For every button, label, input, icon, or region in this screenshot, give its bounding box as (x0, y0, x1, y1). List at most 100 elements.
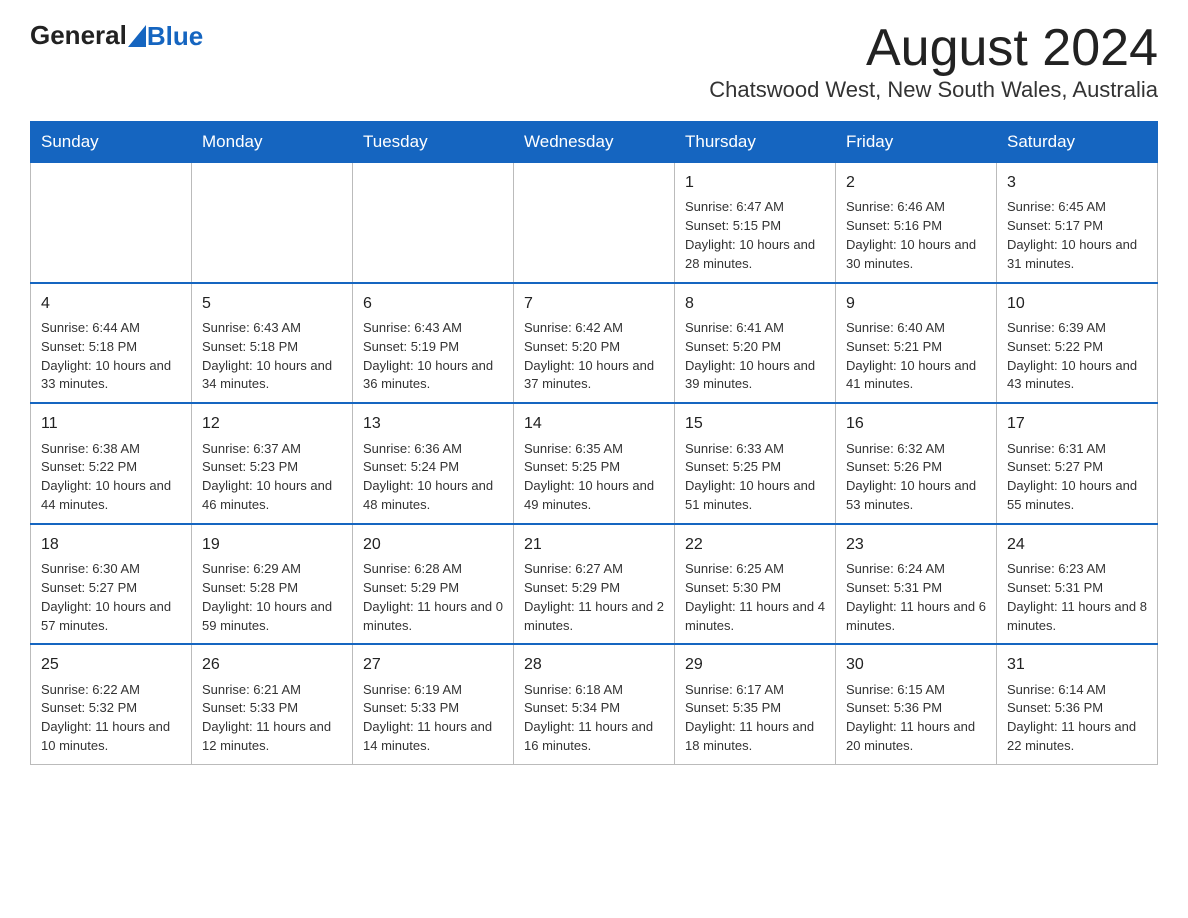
table-row: 23Sunrise: 6:24 AM Sunset: 5:31 PM Dayli… (836, 524, 997, 645)
day-info: Sunrise: 6:35 AM Sunset: 5:25 PM Dayligh… (524, 440, 664, 515)
day-info: Sunrise: 6:19 AM Sunset: 5:33 PM Dayligh… (363, 681, 503, 756)
table-row: 27 Sunrise: 6:19 AM Sunset: 5:33 PM Dayli… (353, 644, 514, 764)
day-info: Sunrise: 6:39 AM Sunset: 5:22 PM Dayligh… (1007, 319, 1147, 394)
day-number: 16 (846, 412, 986, 435)
day-number: 26 (202, 653, 342, 676)
logo-blue-text: Blue (147, 23, 203, 49)
day-info: Sunrise: 6:21 AM Sunset: 5:33 PM Dayligh… (202, 681, 342, 756)
day-info: Sunrise: 6:41 AM Sunset: 5:20 PM Dayligh… (685, 319, 825, 394)
day-number: 21 (524, 533, 664, 556)
table-row: 1Sunrise: 6:47 AM Sunset: 5:15 PM Daylig… (675, 163, 836, 283)
day-info: Sunrise: 6:14 AM Sunset: 5:36 PM Dayligh… (1007, 681, 1147, 756)
day-info: Sunrise: 6:24 AM Sunset: 5:31 PM Dayligh… (846, 560, 986, 635)
table-row: 24Sunrise: 6:23 AM Sunset: 5:31 PM Dayli… (997, 524, 1158, 645)
day-info: Sunrise: 6:31 AM Sunset: 5:27 PM Dayligh… (1007, 440, 1147, 515)
table-row: 19Sunrise: 6:29 AM Sunset: 5:28 PM Dayli… (192, 524, 353, 645)
day-info: Sunrise: 6:43 AM Sunset: 5:19 PM Dayligh… (363, 319, 503, 394)
table-row (192, 163, 353, 283)
table-row: 10 Sunrise: 6:39 AM Sunset: 5:22 PM Dayli… (997, 283, 1158, 404)
table-row: 31 Sunrise: 6:14 AM Sunset: 5:36 PM Dayli… (997, 644, 1158, 764)
location-subtitle: Chatswood West, New South Wales, Austral… (709, 77, 1158, 103)
day-number: 27 (363, 653, 503, 676)
logo: General Blue (30, 20, 203, 51)
day-number: 22 (685, 533, 825, 556)
day-info: Sunrise: 6:27 AM Sunset: 5:29 PM Dayligh… (524, 560, 664, 635)
table-row (514, 163, 675, 283)
day-number: 24 (1007, 533, 1147, 556)
day-info: Sunrise: 6:33 AM Sunset: 5:25 PM Dayligh… (685, 440, 825, 515)
calendar-table: Sunday Monday Tuesday Wednesday Thursday… (30, 121, 1158, 765)
calendar-week-row: 11Sunrise: 6:38 AM Sunset: 5:22 PM Dayli… (31, 403, 1158, 524)
page-header: General Blue August 2024 Chatswood West,… (30, 20, 1158, 115)
day-number: 9 (846, 292, 986, 315)
calendar-week-row: 1Sunrise: 6:47 AM Sunset: 5:15 PM Daylig… (31, 163, 1158, 283)
day-number: 6 (363, 292, 503, 315)
table-row: 13 Sunrise: 6:36 AM Sunset: 5:24 PM Dayli… (353, 403, 514, 524)
table-row: 7Sunrise: 6:42 AM Sunset: 5:20 PM Daylig… (514, 283, 675, 404)
day-number: 14 (524, 412, 664, 435)
table-row: 8Sunrise: 6:41 AM Sunset: 5:20 PM Daylig… (675, 283, 836, 404)
day-info: Sunrise: 6:37 AM Sunset: 5:23 PM Dayligh… (202, 440, 342, 515)
day-info: Sunrise: 6:43 AM Sunset: 5:18 PM Dayligh… (202, 319, 342, 394)
table-row: 30Sunrise: 6:15 AM Sunset: 5:36 PM Dayli… (836, 644, 997, 764)
table-row: 21 Sunrise: 6:27 AM Sunset: 5:29 PM Dayli… (514, 524, 675, 645)
table-row: 4Sunrise: 6:44 AM Sunset: 5:18 PM Daylig… (31, 283, 192, 404)
day-number: 30 (846, 653, 986, 676)
table-row: 28 Sunrise: 6:18 AM Sunset: 5:34 PM Dayli… (514, 644, 675, 764)
logo-general-text: General (30, 20, 127, 51)
table-row: 6 Sunrise: 6:43 AM Sunset: 5:19 PM Daylig… (353, 283, 514, 404)
day-info: Sunrise: 6:36 AM Sunset: 5:24 PM Dayligh… (363, 440, 503, 515)
day-info: Sunrise: 6:28 AM Sunset: 5:29 PM Dayligh… (363, 560, 503, 635)
table-row: 18 Sunrise: 6:30 AM Sunset: 5:27 PM Dayli… (31, 524, 192, 645)
day-info: Sunrise: 6:17 AM Sunset: 5:35 PM Dayligh… (685, 681, 825, 756)
col-tuesday: Tuesday (353, 122, 514, 163)
day-info: Sunrise: 6:18 AM Sunset: 5:34 PM Dayligh… (524, 681, 664, 756)
day-info: Sunrise: 6:32 AM Sunset: 5:26 PM Dayligh… (846, 440, 986, 515)
day-number: 20 (363, 533, 503, 556)
calendar-week-row: 4Sunrise: 6:44 AM Sunset: 5:18 PM Daylig… (31, 283, 1158, 404)
day-number: 31 (1007, 653, 1147, 676)
col-thursday: Thursday (675, 122, 836, 163)
col-friday: Friday (836, 122, 997, 163)
table-row: 9 Sunrise: 6:40 AM Sunset: 5:21 PM Daylig… (836, 283, 997, 404)
table-row: 16 Sunrise: 6:32 AM Sunset: 5:26 PM Dayli… (836, 403, 997, 524)
table-row: 15 Sunrise: 6:33 AM Sunset: 5:25 PM Dayli… (675, 403, 836, 524)
day-number: 17 (1007, 412, 1147, 435)
calendar-week-row: 25 Sunrise: 6:22 AM Sunset: 5:32 PM Dayli… (31, 644, 1158, 764)
day-number: 13 (363, 412, 503, 435)
table-row: 14 Sunrise: 6:35 AM Sunset: 5:25 PM Dayli… (514, 403, 675, 524)
day-info: Sunrise: 6:44 AM Sunset: 5:18 PM Dayligh… (41, 319, 181, 394)
day-info: Sunrise: 6:40 AM Sunset: 5:21 PM Dayligh… (846, 319, 986, 394)
table-row: 20 Sunrise: 6:28 AM Sunset: 5:29 PM Dayli… (353, 524, 514, 645)
col-sunday: Sunday (31, 122, 192, 163)
table-row: 3 Sunrise: 6:45 AM Sunset: 5:17 PM Daylig… (997, 163, 1158, 283)
table-row: 22Sunrise: 6:25 AM Sunset: 5:30 PM Dayli… (675, 524, 836, 645)
day-info: Sunrise: 6:30 AM Sunset: 5:27 PM Dayligh… (41, 560, 181, 635)
table-row: 11Sunrise: 6:38 AM Sunset: 5:22 PM Dayli… (31, 403, 192, 524)
day-number: 2 (846, 171, 986, 194)
day-number: 18 (41, 533, 181, 556)
table-row: 17 Sunrise: 6:31 AM Sunset: 5:27 PM Dayli… (997, 403, 1158, 524)
day-info: Sunrise: 6:29 AM Sunset: 5:28 PM Dayligh… (202, 560, 342, 635)
day-info: Sunrise: 6:47 AM Sunset: 5:15 PM Dayligh… (685, 198, 825, 273)
table-row: 12 Sunrise: 6:37 AM Sunset: 5:23 PM Dayli… (192, 403, 353, 524)
day-number: 12 (202, 412, 342, 435)
table-row: 29 Sunrise: 6:17 AM Sunset: 5:35 PM Dayli… (675, 644, 836, 764)
logo-triangle-icon (128, 25, 146, 47)
table-row: 25 Sunrise: 6:22 AM Sunset: 5:32 PM Dayli… (31, 644, 192, 764)
day-number: 28 (524, 653, 664, 676)
table-row (31, 163, 192, 283)
day-info: Sunrise: 6:45 AM Sunset: 5:17 PM Dayligh… (1007, 198, 1147, 273)
calendar-week-row: 18 Sunrise: 6:30 AM Sunset: 5:27 PM Dayli… (31, 524, 1158, 645)
logo-area: General Blue (30, 20, 203, 51)
day-number: 5 (202, 292, 342, 315)
day-number: 10 (1007, 292, 1147, 315)
day-number: 15 (685, 412, 825, 435)
day-info: Sunrise: 6:22 AM Sunset: 5:32 PM Dayligh… (41, 681, 181, 756)
col-monday: Monday (192, 122, 353, 163)
day-info: Sunrise: 6:38 AM Sunset: 5:22 PM Dayligh… (41, 440, 181, 515)
month-title: August 2024 (709, 20, 1158, 77)
day-number: 3 (1007, 171, 1147, 194)
day-number: 25 (41, 653, 181, 676)
day-number: 29 (685, 653, 825, 676)
